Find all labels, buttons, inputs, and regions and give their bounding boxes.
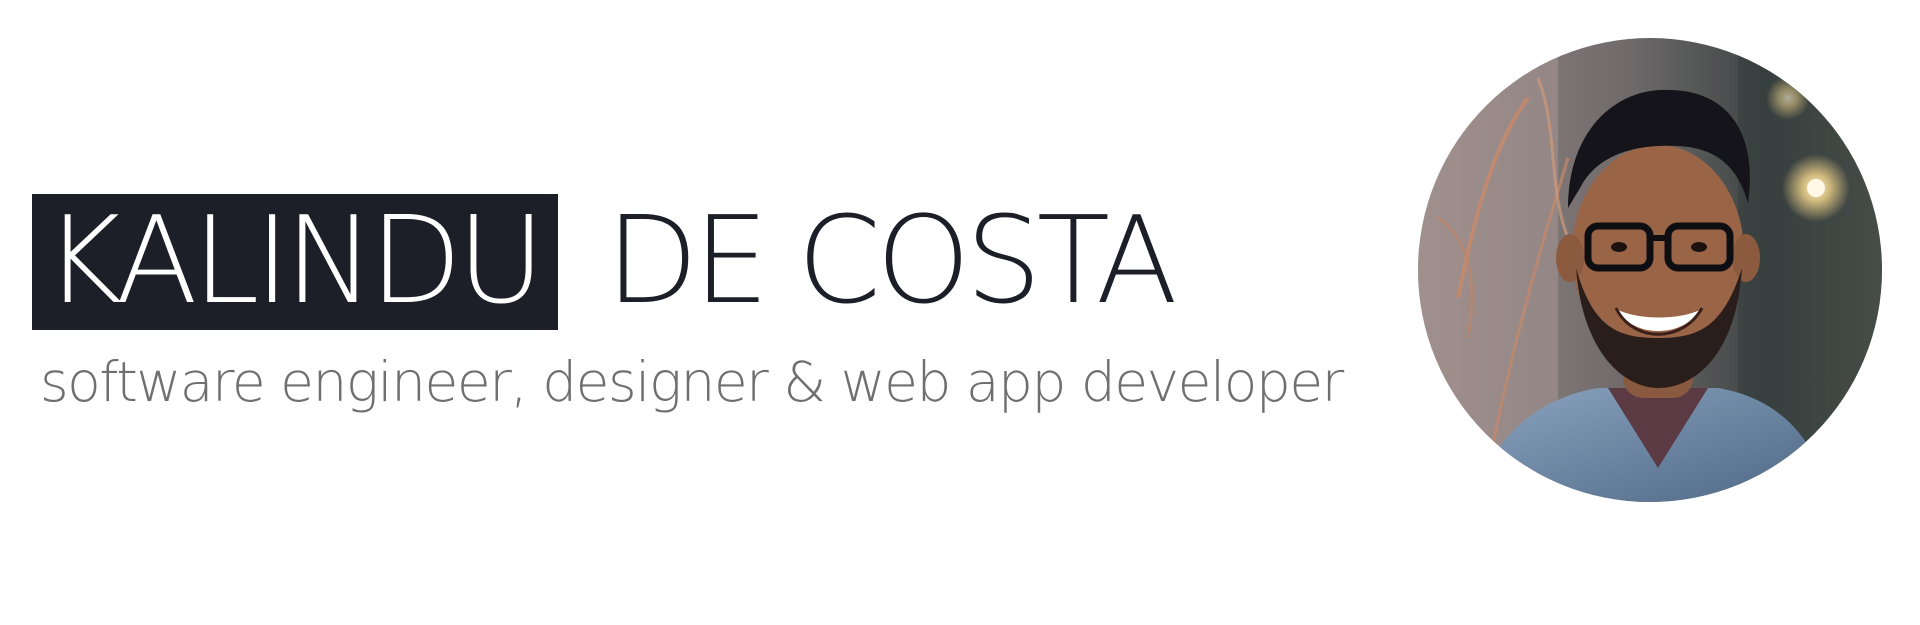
name-heading: KALINDU DE COSTA xyxy=(32,192,1178,331)
profile-photo xyxy=(1418,38,1882,502)
tagline: software engineer, designer & web app de… xyxy=(40,350,1344,414)
first-name: KALINDU xyxy=(32,194,558,330)
last-name: DE COSTA xyxy=(605,192,1178,331)
avatar xyxy=(1418,38,1882,502)
